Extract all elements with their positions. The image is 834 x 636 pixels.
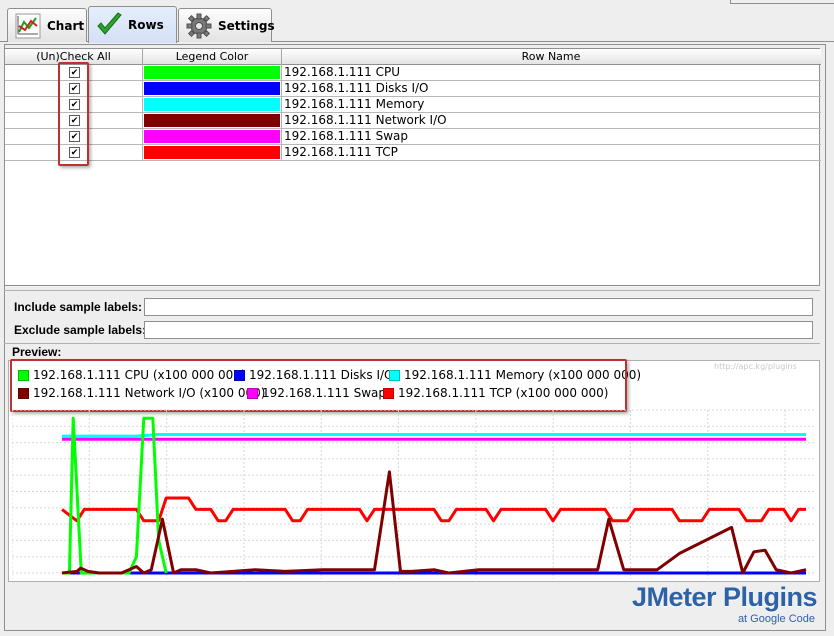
chart-watermark: http://apc.kg/plugins <box>714 362 797 371</box>
divider <box>4 290 820 291</box>
brand-title: JMeter Plugins <box>631 582 818 612</box>
row-name: 192.168.1.111 TCP <box>284 145 398 159</box>
header-row-name[interactable]: Row Name <box>282 49 820 65</box>
table-row[interactable]: ✔ 192.168.1.111 TCP <box>5 145 821 161</box>
series-line <box>61 496 806 523</box>
checkbox-highlight-box <box>58 62 89 166</box>
tab-rows[interactable]: Rows <box>88 6 177 43</box>
exclude-labels-label: Exclude sample labels: <box>14 323 147 337</box>
chart-plot-area <box>12 409 816 579</box>
row-name: 192.168.1.111 Swap <box>284 129 409 143</box>
row-color-cell[interactable] <box>143 65 282 80</box>
header-legend-color[interactable]: Legend Color <box>143 49 282 65</box>
table-row[interactable]: ✔ 192.168.1.111 Memory <box>5 97 821 113</box>
row-color-cell[interactable] <box>143 145 282 160</box>
legend-highlight-box <box>10 359 627 412</box>
include-labels-label: Include sample labels: <box>14 300 143 314</box>
exclude-labels-input[interactable] <box>144 321 813 339</box>
tab-settings-label: Settings <box>218 18 275 33</box>
tab-chart[interactable]: Chart <box>7 8 87 42</box>
window-edge <box>730 0 834 4</box>
legend-color-swatch <box>144 130 280 143</box>
tab-bar: Chart Rows Settings <box>0 0 834 44</box>
table-row[interactable]: ✔ 192.168.1.111 CPU <box>5 65 821 81</box>
preview-label: Preview: <box>12 345 62 359</box>
row-name: 192.168.1.111 Disks I/O <box>284 81 429 95</box>
divider <box>4 343 820 344</box>
brand-subtitle: at Google Code <box>737 613 815 625</box>
table-header: (Un)Check All Legend Color Row Name <box>5 49 821 65</box>
table-row[interactable]: ✔ 192.168.1.111 Disks I/O <box>5 81 821 97</box>
include-labels-input[interactable] <box>144 298 813 316</box>
table-row[interactable]: ✔ 192.168.1.111 Swap <box>5 129 821 145</box>
legend-color-swatch <box>144 82 280 95</box>
legend-color-swatch <box>144 146 280 159</box>
tab-settings[interactable]: Settings <box>178 8 275 42</box>
row-color-cell[interactable] <box>143 113 282 128</box>
table-row[interactable]: ✔ 192.168.1.111 Network I/O <box>5 113 821 129</box>
jmeter-plugins-logo: JMeter Plugins at Google Code <box>617 582 818 632</box>
legend-color-swatch <box>144 98 280 111</box>
legend-color-swatch <box>144 114 280 127</box>
row-color-cell[interactable] <box>143 81 282 96</box>
row-color-cell[interactable] <box>143 97 282 112</box>
line-chart-icon <box>14 12 42 40</box>
series-line <box>61 470 807 575</box>
row-color-cell[interactable] <box>143 129 282 144</box>
rows-table: (Un)Check All Legend Color Row Name ✔ 192… <box>4 48 821 286</box>
row-name: 192.168.1.111 Network I/O <box>284 113 447 127</box>
series-line <box>62 416 168 575</box>
row-name: 192.168.1.111 CPU <box>284 65 401 79</box>
series-line <box>62 433 806 438</box>
tab-chart-label: Chart <box>47 18 85 33</box>
row-name: 192.168.1.111 Memory <box>284 97 425 111</box>
tab-rows-label: Rows <box>128 18 164 32</box>
checkmark-icon <box>95 11 123 39</box>
gear-icon <box>185 12 213 40</box>
legend-color-swatch <box>144 66 280 79</box>
